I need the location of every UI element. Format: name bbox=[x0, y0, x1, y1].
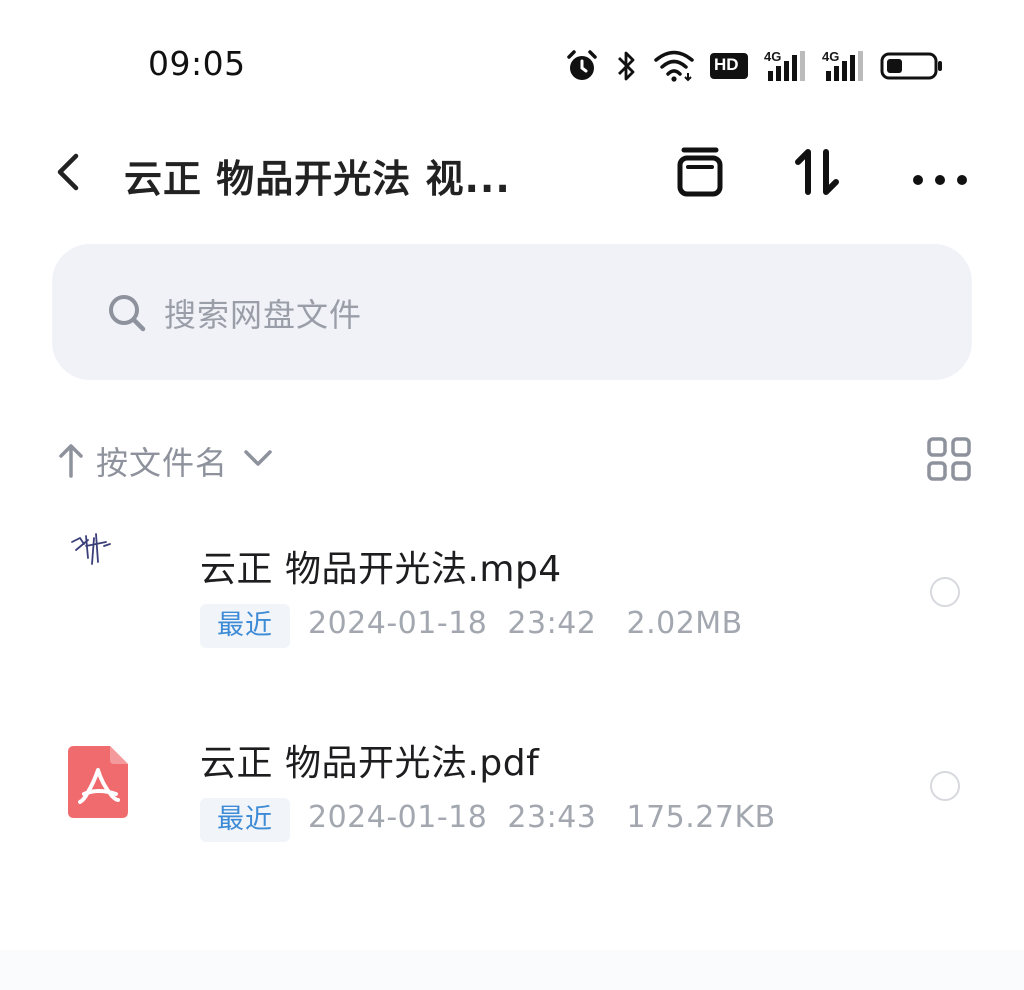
sort-swap-icon bbox=[795, 149, 839, 195]
arrow-up-icon bbox=[59, 444, 83, 478]
chevron-left-icon bbox=[57, 153, 79, 191]
select-checkbox[interactable] bbox=[930, 577, 960, 607]
bluetooth-icon bbox=[616, 48, 638, 84]
sort-row: 按文件名 bbox=[52, 436, 972, 486]
archive-button[interactable] bbox=[668, 140, 732, 204]
sort-by-label[interactable]: 按文件名 bbox=[96, 438, 228, 484]
select-checkbox[interactable] bbox=[930, 771, 960, 801]
archive-icon bbox=[677, 147, 723, 197]
more-icon bbox=[913, 175, 967, 185]
bottom-area bbox=[0, 950, 1024, 990]
file-meta: 2024-01-18 23:42 2.02MB bbox=[308, 606, 743, 641]
search-placeholder: 搜索网盘文件 bbox=[164, 296, 363, 334]
more-button[interactable] bbox=[908, 140, 972, 204]
hd-icon: HD bbox=[710, 53, 748, 79]
search-icon bbox=[106, 292, 148, 338]
signal-4g-icon: 4G bbox=[764, 49, 806, 83]
status-bar: 09:05 HD 4G 4G bbox=[0, 0, 1024, 120]
status-time: 09:05 bbox=[148, 44, 246, 83]
file-list-item[interactable]: 云正 物品开光法.pdf 最近 2024-01-18 23:43 175.27K… bbox=[0, 714, 1024, 854]
wifi-icon bbox=[654, 49, 694, 83]
file-meta: 2024-01-18 23:43 175.27KB bbox=[308, 800, 776, 835]
file-name: 云正 物品开光法.mp4 bbox=[200, 549, 562, 590]
sort-swap-button[interactable] bbox=[786, 140, 850, 204]
alarm-icon bbox=[564, 48, 600, 84]
battery-icon bbox=[880, 51, 944, 81]
back-button[interactable] bbox=[48, 144, 88, 200]
pdf-file-icon bbox=[66, 744, 130, 824]
video-thumbnail bbox=[66, 528, 126, 582]
recent-badge: 最近 bbox=[200, 798, 290, 842]
file-list-item[interactable]: 云正 物品开光法.mp4 最近 2024-01-18 23:42 2.02MB bbox=[0, 520, 1024, 660]
grid-icon bbox=[927, 437, 971, 481]
header-bar: 云正 物品开光法 视... bbox=[0, 130, 1024, 220]
recent-badge: 最近 bbox=[200, 604, 290, 648]
signal-4g-icon: 4G bbox=[822, 49, 864, 83]
grid-view-button[interactable] bbox=[926, 436, 972, 482]
file-name: 云正 物品开光法.pdf bbox=[200, 743, 540, 784]
search-input[interactable]: 搜索网盘文件 bbox=[52, 244, 972, 380]
sort-direction-button[interactable] bbox=[56, 440, 86, 484]
chevron-down-icon[interactable] bbox=[242, 446, 274, 474]
page-title: 云正 物品开光法 视... bbox=[124, 157, 511, 201]
hd-label: HD bbox=[714, 55, 739, 74]
status-icons: HD 4G 4G bbox=[564, 46, 944, 86]
